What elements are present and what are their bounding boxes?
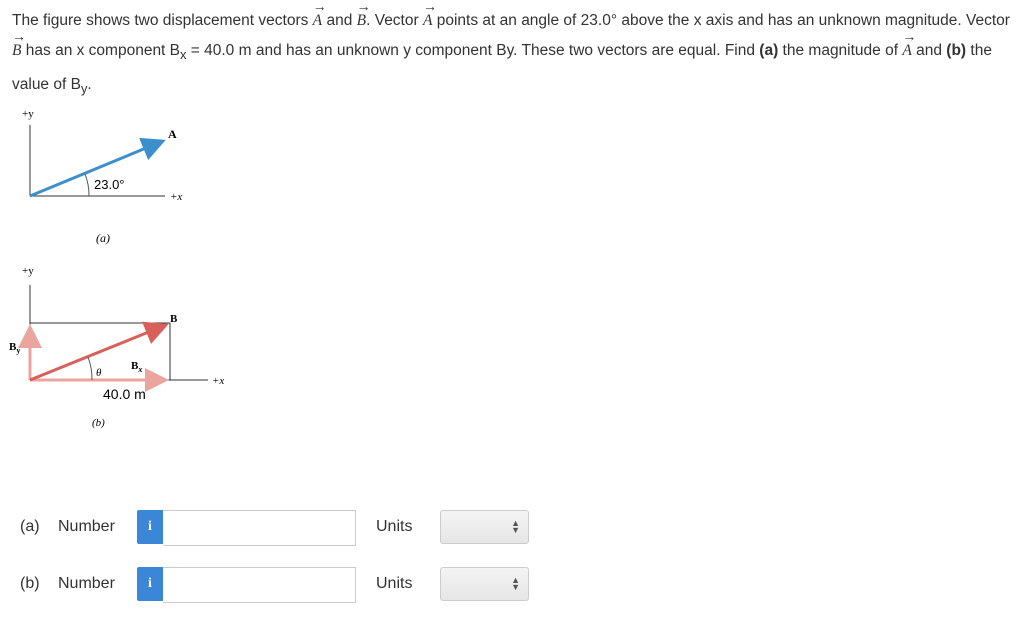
number-input-b[interactable] — [163, 567, 356, 603]
vector-a-label: A — [168, 127, 177, 141]
figure-a: +y A 23.0° +x (a) — [22, 108, 182, 245]
number-input-a[interactable] — [163, 510, 356, 546]
y-axis-label: +y — [22, 265, 34, 277]
units-select-a[interactable]: ▲ ▼ — [440, 510, 529, 544]
part-label: (b) — [20, 575, 40, 592]
angle-label: 23.0° — [94, 177, 125, 192]
vector-b-label: B — [170, 313, 178, 325]
select-arrows-icon: ▲ ▼ — [511, 518, 520, 535]
figure-b: +y B By θ Bx 40.0 m +x (b) — [9, 265, 224, 429]
question-text: The figure shows two displacement vector… — [12, 0, 1012, 104]
angle-arc — [87, 356, 93, 381]
units-label: Units — [376, 575, 413, 592]
y-axis-label: +y — [22, 108, 34, 120]
number-label: Number — [58, 518, 115, 535]
select-arrows-icon: ▲ ▼ — [511, 575, 520, 592]
bx-label: Bx — [131, 360, 142, 374]
info-icon: i — [148, 519, 152, 534]
units-label: Units — [376, 518, 413, 535]
theta-label: θ — [96, 367, 102, 379]
number-label: Number — [58, 575, 115, 592]
vector-figure: +y A 23.0° +x (a) +y B By θ Bx 40.0 m +x… — [9, 108, 224, 429]
info-button[interactable]: i — [137, 510, 163, 544]
info-button[interactable]: i — [137, 567, 163, 601]
angle-arc — [84, 173, 90, 197]
info-icon: i — [148, 576, 152, 591]
units-select-b[interactable]: ▲ ▼ — [440, 567, 529, 601]
x-axis-label: +x — [212, 375, 224, 387]
caption-a: (a) — [96, 231, 110, 245]
bx-value-label: 40.0 m — [103, 386, 146, 402]
caption-b: (b) — [92, 417, 105, 429]
part-label: (a) — [20, 518, 40, 535]
x-axis-label: +x — [170, 191, 182, 203]
by-label: By — [9, 341, 20, 355]
